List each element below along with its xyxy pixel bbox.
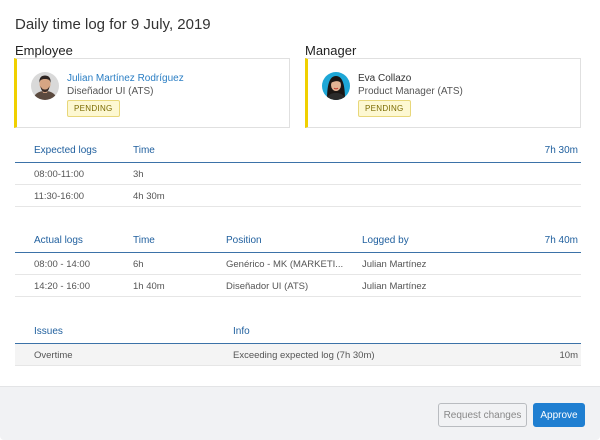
logged-by-column: Logged by xyxy=(362,235,409,246)
issues-header: Issues Info xyxy=(15,320,581,344)
expected-logs-total: 7h 30m xyxy=(544,145,578,156)
employee-section-label: Employee xyxy=(15,43,73,58)
table-row: 11:30-16:00 4h 30m xyxy=(15,185,581,207)
dialog-title: Daily time log for 9 July, 2019 xyxy=(15,16,211,33)
manager-status-badge: PENDING xyxy=(358,100,411,117)
issue-amount: 10m xyxy=(559,350,578,361)
log-logged-by: Julian Martínez xyxy=(362,281,427,292)
time-log-dialog: Daily time log for 9 July, 2019 Employee… xyxy=(0,0,600,440)
log-time: 3h xyxy=(133,169,144,180)
table-row: 08:00-11:00 3h xyxy=(15,163,581,185)
time-column: Time xyxy=(133,235,155,246)
expected-logs-header: Expected logs Time 7h 30m xyxy=(15,139,581,163)
employee-status-badge: PENDING xyxy=(67,100,120,117)
log-range: 14:20 - 16:00 xyxy=(34,281,90,292)
employee-name-link[interactable]: Julian Martínez Rodríguez xyxy=(67,73,184,84)
actual-logs-header: Actual logs Time Position Logged by 7h 4… xyxy=(15,229,581,253)
manager-name: Eva Collazo xyxy=(358,73,412,84)
log-logged-by: Julian Martínez xyxy=(362,259,427,270)
issue-name: Overtime xyxy=(34,350,73,361)
table-row: Overtime Exceeding expected log (7h 30m)… xyxy=(15,344,581,366)
position-column: Position xyxy=(226,235,262,246)
expected-logs-column: Expected logs xyxy=(34,145,97,156)
actual-logs-total: 7h 40m xyxy=(544,235,578,246)
employee-role: Diseñador UI (ATS) xyxy=(67,86,154,97)
manager-avatar xyxy=(322,72,350,100)
log-position: Diseñador UI (ATS) xyxy=(226,281,309,292)
manager-role: Product Manager (ATS) xyxy=(358,86,463,97)
log-position: Genérico - MK (MARKETI... xyxy=(226,259,344,270)
actual-logs-column: Actual logs xyxy=(34,235,83,246)
table-row: 14:20 - 16:00 1h 40m Diseñador UI (ATS) … xyxy=(15,275,581,297)
actual-logs-table: Actual logs Time Position Logged by 7h 4… xyxy=(15,229,581,297)
log-range: 08:00-11:00 xyxy=(34,169,85,180)
log-time: 1h 40m xyxy=(133,281,165,292)
table-row: 08:00 - 14:00 6h Genérico - MK (MARKETI.… xyxy=(15,253,581,275)
issues-column: Issues xyxy=(34,326,63,337)
log-time: 6h xyxy=(133,259,144,270)
dialog-footer: Request changes Approve xyxy=(0,386,600,440)
manager-card: Eva Collazo Product Manager (ATS) PENDIN… xyxy=(305,58,581,128)
issue-info: Exceeding expected log (7h 30m) xyxy=(233,350,375,361)
info-column: Info xyxy=(233,326,250,337)
log-range: 11:30-16:00 xyxy=(34,191,85,202)
employee-avatar xyxy=(31,72,59,100)
manager-section-label: Manager xyxy=(305,43,357,58)
expected-logs-table: Expected logs Time 7h 30m 08:00-11:00 3h… xyxy=(15,139,581,207)
employee-card: Julian Martínez Rodríguez Diseñador UI (… xyxy=(14,58,290,128)
log-range: 08:00 - 14:00 xyxy=(34,259,90,270)
issues-table: Issues Info Overtime Exceeding expected … xyxy=(15,320,581,366)
time-column: Time xyxy=(133,145,155,156)
request-changes-button[interactable]: Request changes xyxy=(438,403,527,427)
approve-button[interactable]: Approve xyxy=(533,403,585,427)
log-time: 4h 30m xyxy=(133,191,165,202)
